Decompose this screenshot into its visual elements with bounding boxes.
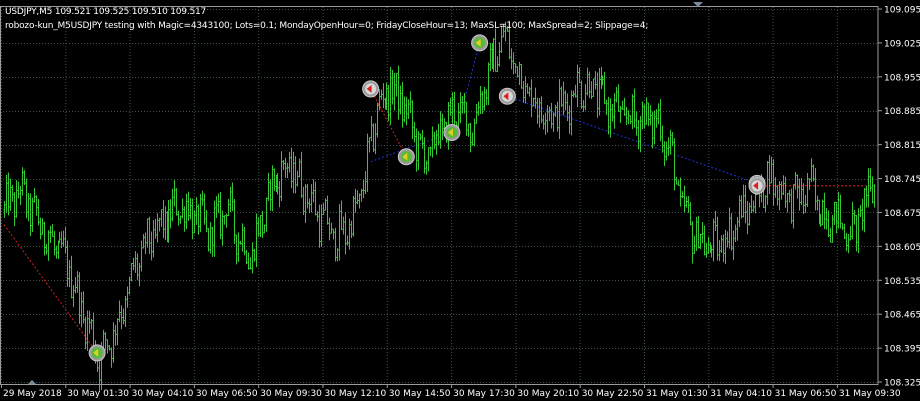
price-chart[interactable]: 109.095 109.025 108.955 108.885 108.815 108.7… <box>0 0 920 401</box>
price-tick-label: 108.675 <box>884 209 920 219</box>
symbol-info-line: USDJPY,M5 109.521 109.525 109.510 109.51… <box>5 7 207 17</box>
chart-frame <box>0 2 879 385</box>
price-tick-label: 109.095 <box>884 6 920 16</box>
chart-window[interactable]: 109.095 109.025 108.955 108.885 108.815 108.7… <box>0 0 920 401</box>
trade-open-marker <box>362 80 380 98</box>
price-tick-label: 108.955 <box>884 73 920 83</box>
price-tick-label: 108.745 <box>884 175 920 185</box>
price-tick-label: 108.325 <box>884 379 920 389</box>
price-tick-label: 108.815 <box>884 141 920 151</box>
time-tick-label: 30 May 17:30 <box>453 389 515 399</box>
price-axis: 109.095 109.025 108.955 108.885 108.815 108.7… <box>878 6 920 389</box>
price-tick-label: 108.605 <box>884 243 920 253</box>
price-tick-label: 108.395 <box>884 345 920 355</box>
trade-close-marker <box>443 124 461 142</box>
trade-close-marker <box>397 148 415 166</box>
price-tick-label: 109.025 <box>884 39 920 49</box>
trade-close-marker <box>471 34 489 52</box>
time-tick-label: 29 May 2018 <box>3 389 62 399</box>
trade-markers <box>88 34 766 362</box>
time-tick-label: 30 May 06:50 <box>196 389 258 399</box>
price-tick-label: 108.885 <box>884 107 920 117</box>
time-tick-label: 30 May 14:50 <box>389 389 451 399</box>
plot-border <box>0 6 879 385</box>
time-tick-label: 30 May 20:10 <box>517 389 579 399</box>
scroll-marker-icon <box>28 380 36 384</box>
time-tick-label: 30 May 12:10 <box>325 389 387 399</box>
candle-bars <box>3 20 876 392</box>
trade-open-marker <box>748 177 766 195</box>
time-axis: 29 May 2018 30 May 01:30 30 May 04:10 30 Ma… <box>1 384 901 399</box>
trade-close-marker <box>88 344 106 362</box>
trade-line <box>3 224 98 354</box>
time-tick-label: 31 May 01:30 <box>646 389 708 399</box>
trade-open-marker <box>498 87 516 105</box>
time-tick-label: 31 May 09:30 <box>839 389 901 399</box>
time-tick-label: 31 May 06:50 <box>775 389 837 399</box>
time-tick-label: 30 May 01:30 <box>67 389 129 399</box>
price-tick-label: 108.465 <box>884 311 920 321</box>
time-tick-label: 31 May 04:10 <box>710 389 772 399</box>
grid-lines <box>0 7 878 384</box>
time-tick-label: 30 May 09:30 <box>260 389 322 399</box>
time-tick-label: 30 May 22:50 <box>582 389 644 399</box>
price-tick-label: 108.535 <box>884 277 920 287</box>
time-tick-label: 30 May 04:10 <box>132 389 194 399</box>
expert-advisor-info-line: robozo-kun_M5USDJPY testing with Magic=4… <box>5 21 649 31</box>
